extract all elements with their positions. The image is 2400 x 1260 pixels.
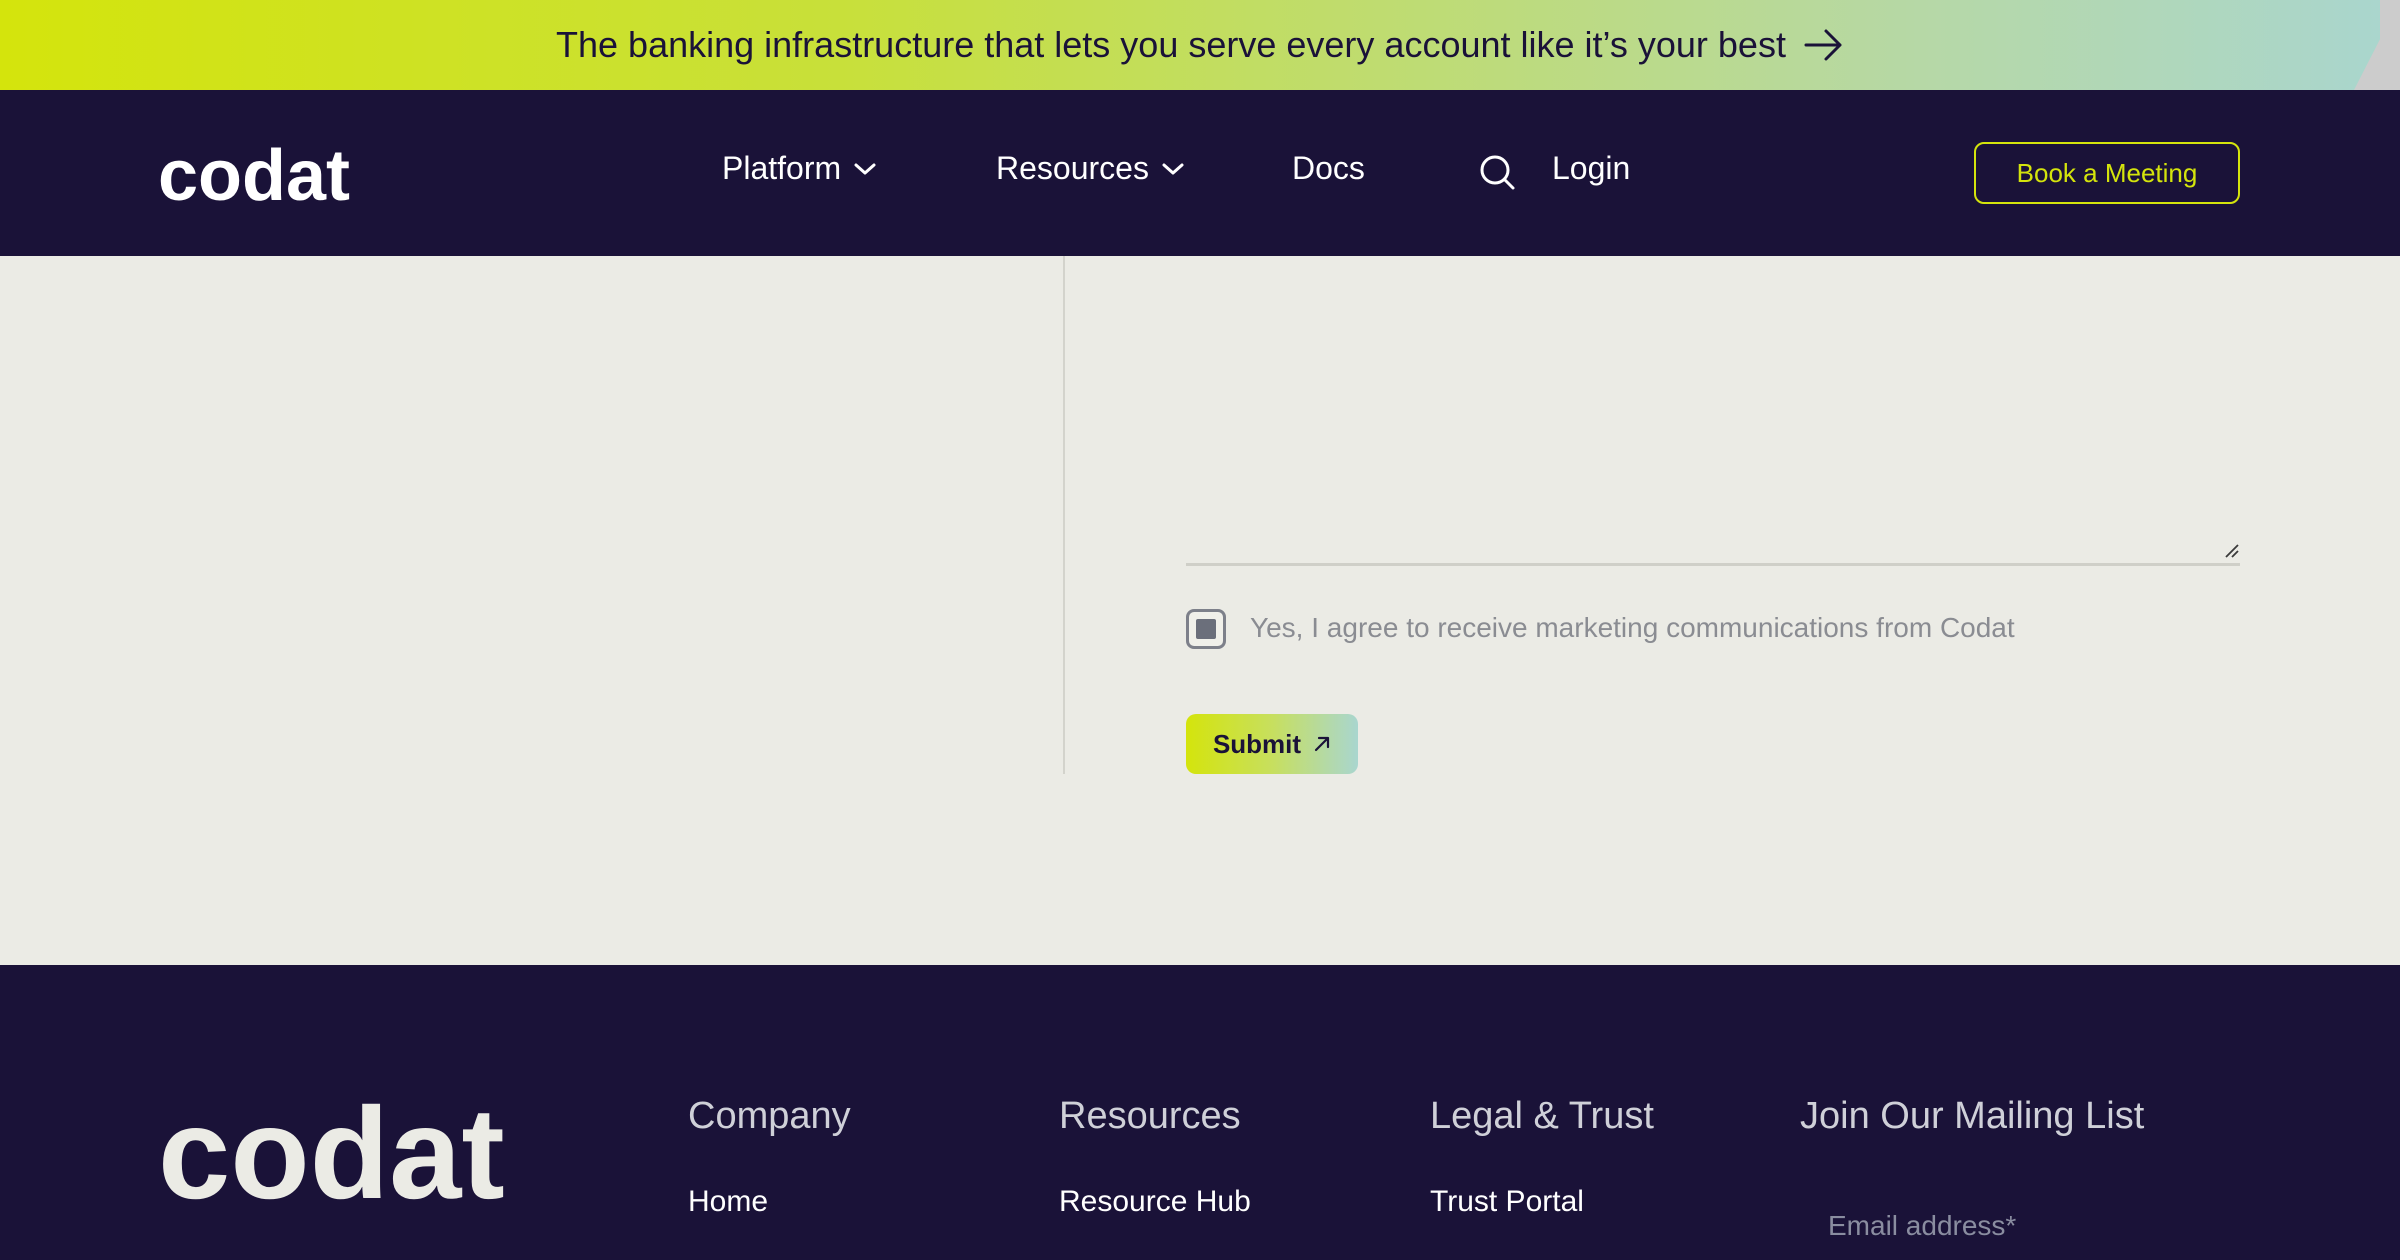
- codat-logo[interactable]: codat: [158, 136, 354, 216]
- nav-login[interactable]: Login: [1552, 150, 1630, 187]
- svg-text:codat: codat: [158, 142, 350, 204]
- search-icon[interactable]: [1478, 153, 1518, 198]
- nav-docs[interactable]: Docs: [1292, 150, 1365, 187]
- footer-heading-legal: Legal & Trust: [1430, 1095, 1654, 1137]
- resize-handle-icon[interactable]: [2224, 543, 2240, 564]
- footer-link-home[interactable]: Home: [688, 1185, 768, 1219]
- site-header: codat Platform Resources Docs Login Book…: [0, 90, 2400, 256]
- site-footer: codat Company Resources Legal & Trust Jo…: [0, 965, 2400, 1260]
- nav-platform[interactable]: Platform: [722, 150, 877, 187]
- footer-codat-logo[interactable]: codat: [158, 1080, 508, 1226]
- message-textarea[interactable]: [1186, 563, 2240, 566]
- email-field[interactable]: [1800, 1198, 2240, 1254]
- footer-heading-resources: Resources: [1059, 1095, 1241, 1137]
- arrow-up-right-icon: [1313, 735, 1331, 753]
- announcement-text[interactable]: The banking infrastructure that lets you…: [556, 24, 1786, 66]
- submit-button[interactable]: Submit: [1186, 714, 1358, 774]
- nav-login-label: Login: [1552, 150, 1631, 186]
- announcement-banner[interactable]: The banking infrastructure that lets you…: [0, 0, 2400, 90]
- book-meeting-button[interactable]: Book a Meeting: [1974, 142, 2240, 204]
- nav-docs-label: Docs: [1292, 150, 1365, 186]
- form-section: Yes, I agree to receive marketing commun…: [0, 256, 2400, 965]
- chevron-down-icon: [1161, 161, 1185, 177]
- nav-platform-label: Platform: [722, 150, 842, 186]
- banner-corner-fill: [2380, 0, 2400, 90]
- footer-link-trust-portal[interactable]: Trust Portal: [1430, 1185, 1584, 1219]
- arrow-right-icon[interactable]: [1804, 27, 1844, 63]
- submit-label: Submit: [1212, 728, 1302, 759]
- footer-heading-mailing-list: Join Our Mailing List: [1800, 1095, 2145, 1137]
- marketing-consent-label[interactable]: Yes, I agree to receive marketing commun…: [1250, 612, 2015, 644]
- nav-resources-label: Resources: [996, 150, 1149, 186]
- footer-heading-company: Company: [688, 1095, 851, 1137]
- checkbox-fill: [1196, 619, 1216, 639]
- nav-resources[interactable]: Resources: [996, 150, 1185, 187]
- column-divider: [1063, 256, 1065, 774]
- svg-text:codat: codat: [158, 1093, 505, 1205]
- marketing-consent-checkbox[interactable]: [1186, 609, 1226, 649]
- footer-link-resource-hub[interactable]: Resource Hub: [1059, 1185, 1251, 1219]
- chevron-down-icon: [853, 161, 877, 177]
